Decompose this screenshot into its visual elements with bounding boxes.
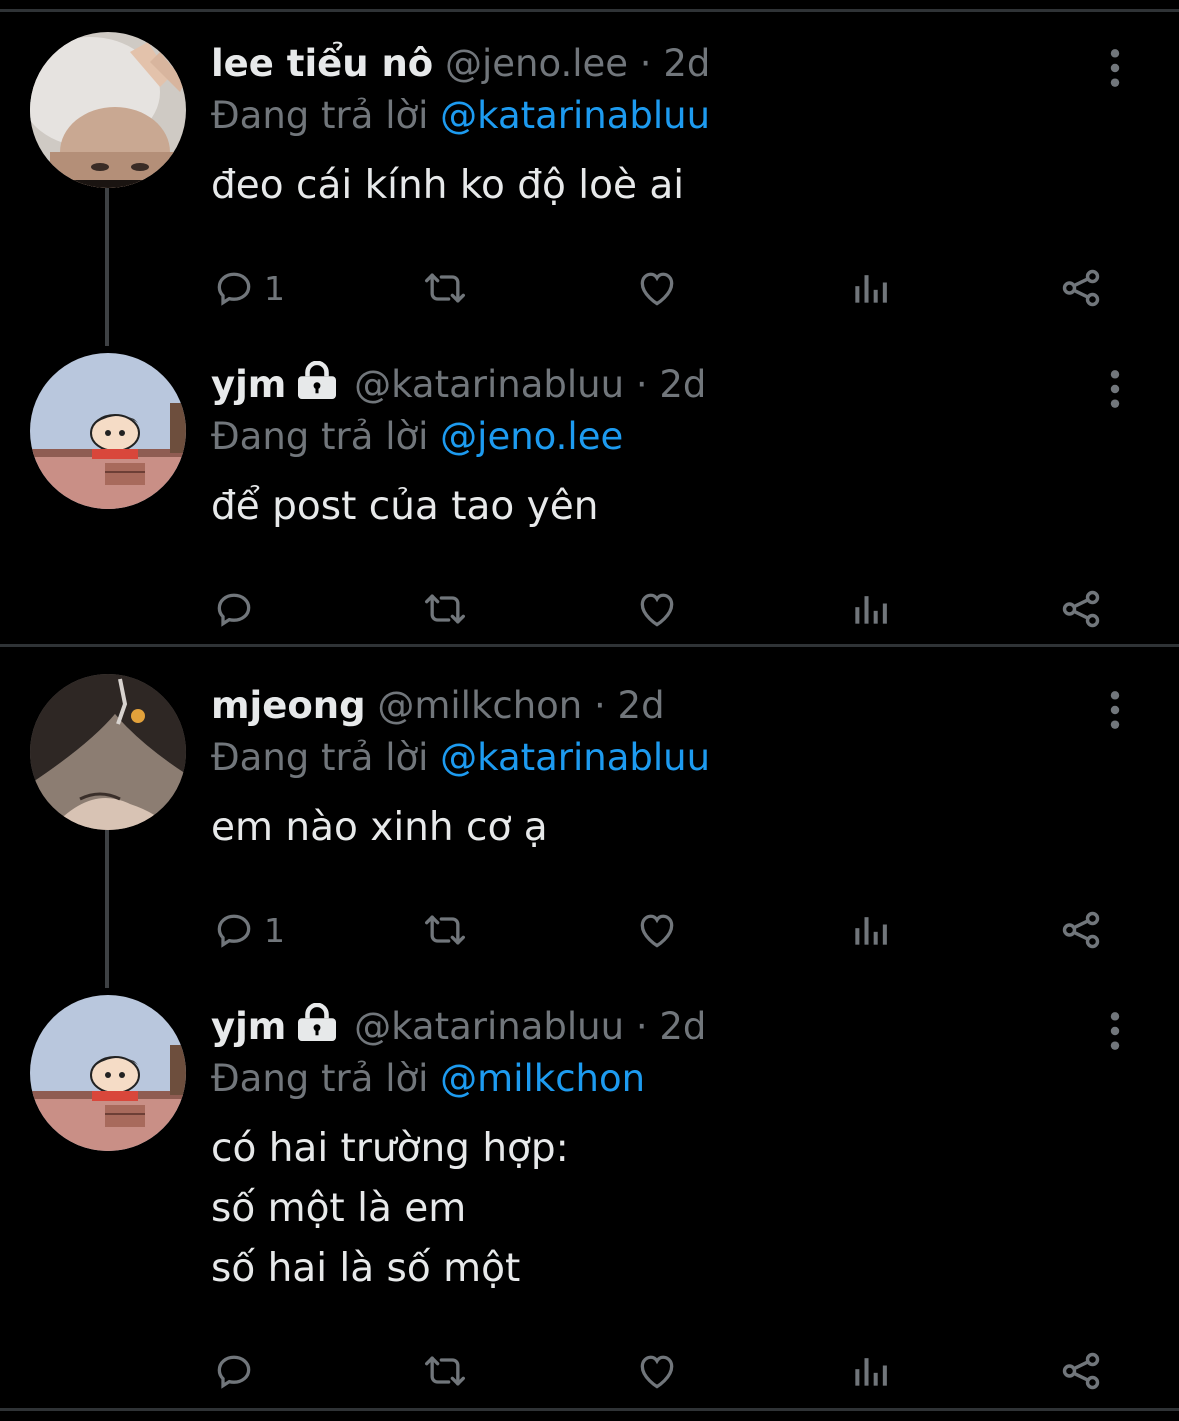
mention-link[interactable]: @milkchon	[440, 1057, 645, 1100]
retweet-button[interactable]	[420, 579, 470, 639]
more-options-icon[interactable]	[1098, 688, 1132, 732]
retweet-icon	[420, 1349, 470, 1393]
user-handle[interactable]: @milkchon	[377, 684, 582, 727]
heart-icon	[634, 587, 680, 631]
share-icon	[1058, 1348, 1104, 1394]
share-button[interactable]	[1058, 579, 1104, 639]
retweet-button[interactable]	[420, 900, 470, 960]
thread-divider	[0, 644, 1179, 647]
tweet-header: mjeong @milkchon · 2d	[211, 680, 665, 732]
tweet-actions: 1	[0, 258, 1179, 318]
reply-icon	[212, 1349, 256, 1393]
like-button[interactable]	[634, 258, 680, 318]
user-handle[interactable]: @jeno.lee	[445, 42, 628, 85]
retweet-button[interactable]	[420, 1341, 470, 1401]
reply-icon	[212, 266, 256, 310]
tweet-text-line: số hai là số một	[211, 1246, 521, 1291]
reply-button[interactable]: 1	[212, 258, 285, 318]
tweet-text-line: em nào xinh cơ ạ	[211, 805, 548, 850]
share-icon	[1058, 907, 1104, 953]
reply-count: 1	[264, 910, 285, 950]
tweet-actions	[0, 1341, 1179, 1401]
replying-to: Đang trả lời @katarinabluu	[211, 732, 710, 784]
views-icon	[850, 266, 890, 310]
replying-to-label: Đang trả lời	[211, 736, 429, 779]
tweet-text: em nào xinh cơ ạ	[211, 798, 548, 858]
user-handle[interactable]: @katarinabluu	[354, 363, 624, 406]
avatar[interactable]	[30, 674, 186, 830]
top-divider	[0, 9, 1179, 12]
heart-icon	[634, 908, 680, 952]
tweet-text: có hai trường hợp: số một là em số hai là …	[211, 1119, 569, 1299]
display-name[interactable]: lee tiểu nô	[211, 42, 433, 85]
retweet-icon	[420, 908, 470, 952]
share-icon	[1058, 586, 1104, 632]
mention-link[interactable]: @jeno.lee	[440, 415, 623, 458]
replying-to-label: Đang trả lời	[211, 415, 429, 458]
like-button[interactable]	[634, 1341, 680, 1401]
share-icon	[1058, 265, 1104, 311]
avatar[interactable]	[30, 353, 186, 509]
display-name[interactable]: mjeong	[211, 684, 366, 727]
reply-icon	[212, 908, 256, 952]
display-name[interactable]: yjm	[211, 1005, 286, 1048]
heart-icon	[634, 1349, 680, 1393]
heart-icon	[634, 266, 680, 310]
reply-button[interactable]	[212, 1341, 256, 1401]
retweet-icon	[420, 266, 470, 310]
more-options-icon[interactable]	[1098, 367, 1132, 411]
user-handle[interactable]: @katarinabluu	[354, 1005, 624, 1048]
tweet-actions: 1	[0, 900, 1179, 960]
replying-to: Đang trả lời @jeno.lee	[211, 411, 623, 463]
timestamp[interactable]: · 2d	[640, 42, 711, 85]
replying-to-label: Đang trả lời	[211, 94, 429, 137]
timestamp[interactable]: · 2d	[594, 684, 665, 727]
share-button[interactable]	[1058, 900, 1104, 960]
timestamp[interactable]: · 2d	[636, 1005, 707, 1048]
views-icon	[850, 587, 890, 631]
tweet-text: để post của tao yên	[211, 477, 598, 537]
views-button[interactable]	[850, 900, 890, 960]
tweet-text: đeo cái kính ko độ loè ai	[211, 156, 684, 216]
views-icon	[850, 1349, 890, 1393]
like-button[interactable]	[634, 579, 680, 639]
reply-button[interactable]: 1	[212, 900, 285, 960]
more-options-icon[interactable]	[1098, 46, 1132, 90]
replying-to: Đang trả lời @milkchon	[211, 1053, 645, 1105]
timestamp[interactable]: · 2d	[636, 363, 707, 406]
mention-link[interactable]: @katarinabluu	[440, 736, 710, 779]
views-button[interactable]	[850, 1341, 890, 1401]
reply-icon	[212, 587, 256, 631]
tweet-actions	[0, 579, 1179, 639]
retweet-button[interactable]	[420, 258, 470, 318]
avatar[interactable]	[30, 995, 186, 1151]
reply-button[interactable]	[212, 579, 256, 639]
lock-icon	[296, 1002, 338, 1055]
views-button[interactable]	[850, 258, 890, 318]
tweet-header: yjm @katarinabluu · 2d	[211, 359, 706, 413]
tweet-header: yjm @katarinabluu · 2d	[211, 1001, 706, 1055]
tweet-text-line: đeo cái kính ko độ loè ai	[211, 163, 685, 208]
more-options-icon[interactable]	[1098, 1009, 1132, 1053]
like-button[interactable]	[634, 900, 680, 960]
lock-icon	[296, 360, 338, 413]
avatar[interactable]	[30, 32, 186, 188]
share-button[interactable]	[1058, 1341, 1104, 1401]
tweet-text-line: để post của tao yên	[211, 484, 599, 529]
tweet-header: lee tiểu nô @jeno.lee · 2d	[211, 38, 710, 90]
bottom-divider	[0, 1408, 1179, 1411]
display-name[interactable]: yjm	[211, 363, 286, 406]
tweet-text-line: số một là em	[211, 1186, 467, 1231]
views-icon	[850, 908, 890, 952]
replying-to: Đang trả lời @katarinabluu	[211, 90, 710, 142]
views-button[interactable]	[850, 579, 890, 639]
reply-count: 1	[264, 268, 285, 308]
share-button[interactable]	[1058, 258, 1104, 318]
replying-to-label: Đang trả lời	[211, 1057, 429, 1100]
retweet-icon	[420, 587, 470, 631]
mention-link[interactable]: @katarinabluu	[440, 94, 710, 137]
tweet-text-line: có hai trường hợp:	[211, 1126, 569, 1171]
